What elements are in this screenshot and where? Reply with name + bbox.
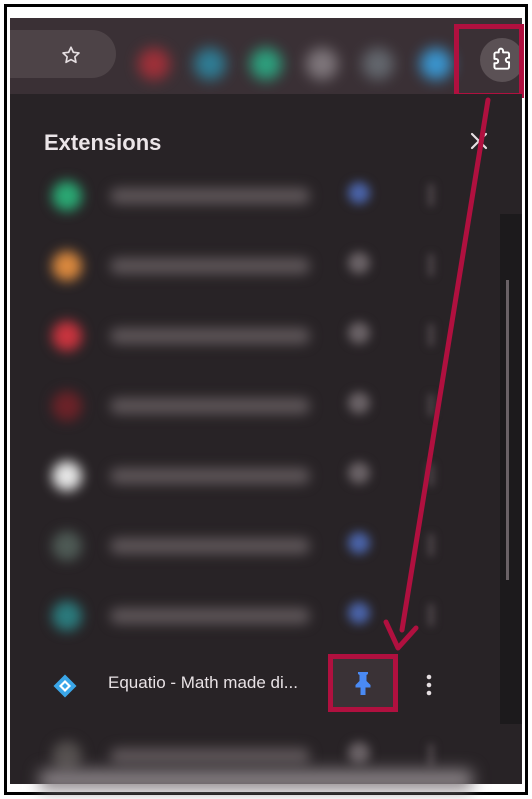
scrollbar-thumb[interactable] xyxy=(506,280,509,580)
more-vertical-icon[interactable] xyxy=(428,394,434,416)
pin-icon[interactable] xyxy=(348,182,370,204)
extension-row[interactable] xyxy=(10,444,500,504)
extension-row[interactable] xyxy=(10,164,500,224)
pinned-extension-icon[interactable] xyxy=(138,48,170,80)
equatio-logo-icon xyxy=(50,671,80,701)
pin-icon[interactable] xyxy=(348,462,370,484)
more-vertical-icon[interactable] xyxy=(428,534,434,556)
extension-row[interactable] xyxy=(10,304,500,364)
extension-icon xyxy=(52,531,82,561)
pin-icon[interactable] xyxy=(348,252,370,274)
extensions-button-highlight xyxy=(454,24,524,98)
star-icon[interactable] xyxy=(54,38,88,72)
extension-name-blurred xyxy=(110,608,310,624)
pin-icon[interactable] xyxy=(348,742,370,764)
popup-title: Extensions xyxy=(44,130,162,155)
blurred-footer xyxy=(40,770,472,790)
more-vertical-icon[interactable] xyxy=(428,744,434,766)
extension-row[interactable] xyxy=(10,514,500,574)
extension-name-blurred xyxy=(110,538,310,554)
extension-icon xyxy=(52,251,82,281)
more-vertical-icon xyxy=(426,674,432,696)
extension-icon xyxy=(52,391,82,421)
more-vertical-icon[interactable] xyxy=(428,604,434,626)
extension-name-blurred xyxy=(110,328,310,344)
extension-icon xyxy=(52,321,82,351)
more-options-button[interactable] xyxy=(414,668,444,702)
pinned-extension-icon[interactable] xyxy=(362,48,394,80)
more-vertical-icon[interactable] xyxy=(428,464,434,486)
pin-icon xyxy=(355,672,371,695)
extensions-popup: Extensions Equatio - Math made di... xyxy=(10,94,522,784)
pinned-extension-icon[interactable] xyxy=(250,48,282,80)
extension-row[interactable] xyxy=(10,234,500,294)
more-vertical-icon[interactable] xyxy=(428,254,434,276)
pinned-extension-icon[interactable] xyxy=(420,48,452,80)
extension-name: Equatio - Math made di... xyxy=(108,673,298,692)
pin-icon[interactable] xyxy=(348,602,370,624)
extension-row-equatio[interactable]: Equatio - Math made di... xyxy=(10,654,500,714)
close-button[interactable] xyxy=(462,124,496,158)
extension-name-blurred xyxy=(110,258,310,274)
pinned-extension-icon[interactable] xyxy=(306,48,338,80)
browser-toolbar xyxy=(10,18,524,94)
extension-icon xyxy=(52,741,82,771)
pin-icon[interactable] xyxy=(348,322,370,344)
pinned-extension-icon[interactable] xyxy=(194,48,226,80)
more-vertical-icon[interactable] xyxy=(428,324,434,346)
extension-icon xyxy=(52,461,82,491)
extension-name-blurred xyxy=(110,188,310,204)
extension-name-blurred xyxy=(110,468,310,484)
address-bar-end xyxy=(10,30,116,78)
pin-icon[interactable] xyxy=(348,532,370,554)
scrollbar[interactable] xyxy=(500,214,522,724)
more-vertical-icon[interactable] xyxy=(428,184,434,206)
extension-name-blurred xyxy=(110,748,310,764)
close-icon xyxy=(470,132,488,150)
pin-icon[interactable] xyxy=(348,392,370,414)
extension-icon xyxy=(52,181,82,211)
pin-button[interactable] xyxy=(328,654,398,712)
extension-row[interactable] xyxy=(10,584,500,644)
extension-name-blurred xyxy=(110,398,310,414)
extension-row[interactable] xyxy=(10,374,500,434)
extension-icon xyxy=(52,601,82,631)
